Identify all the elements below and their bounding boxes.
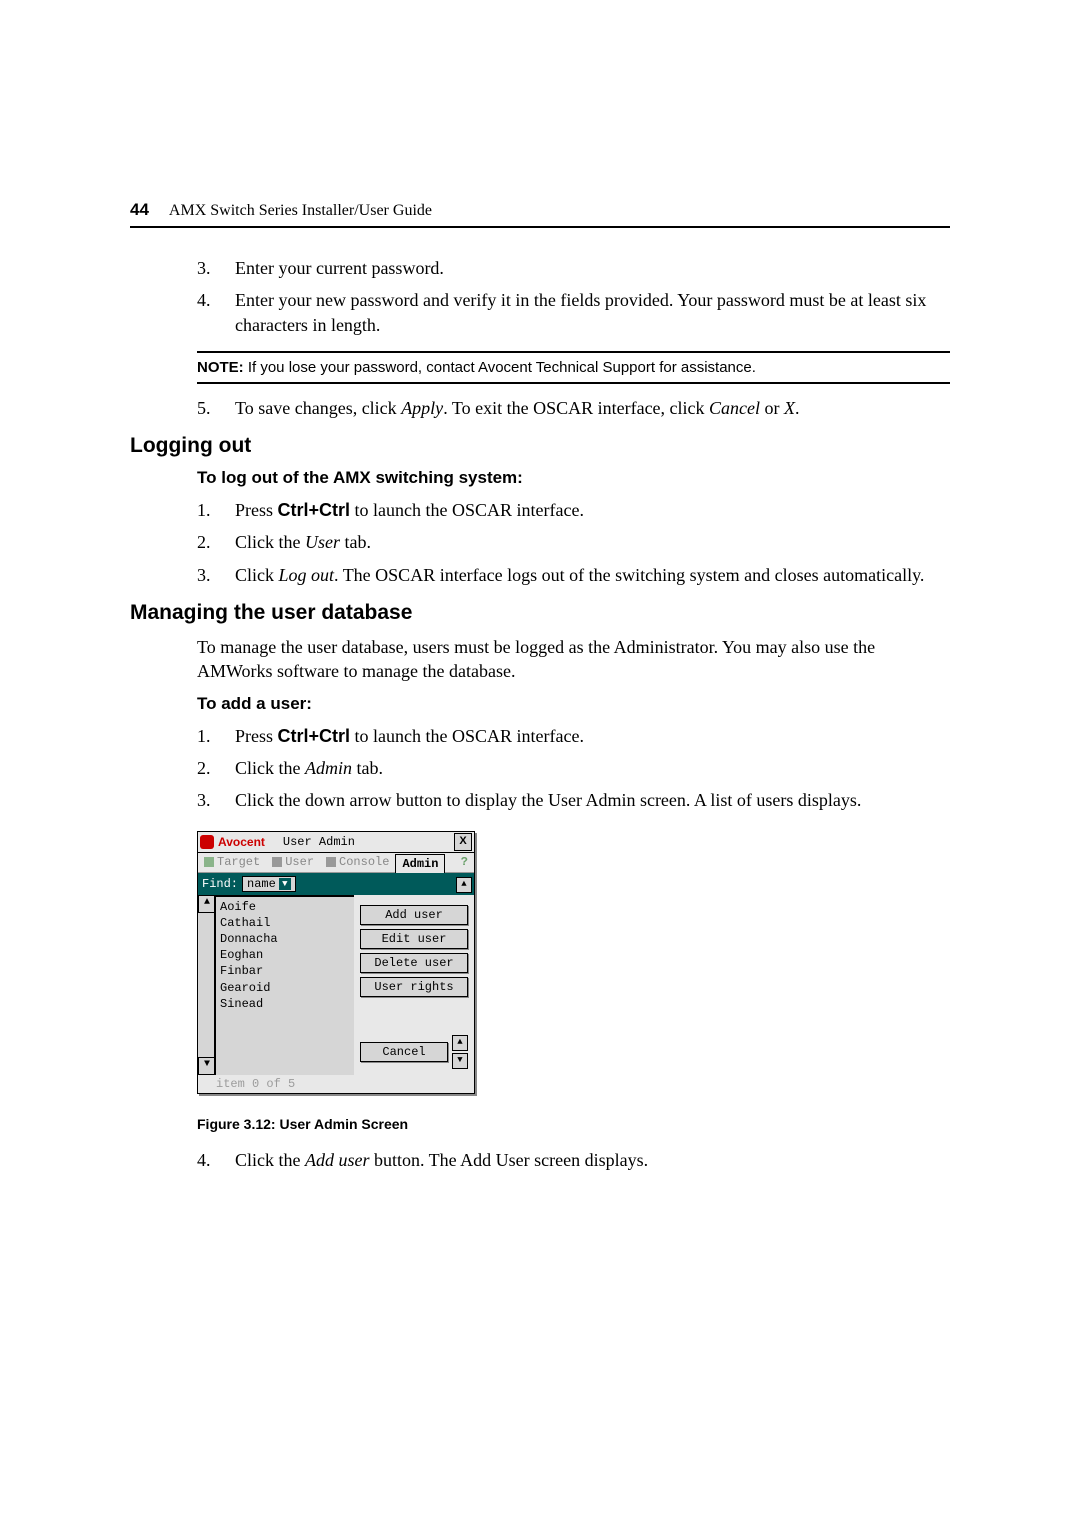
chevron-down-icon: ▼	[279, 878, 291, 890]
paragraph-managing: To manage the user database, users must …	[197, 635, 950, 684]
list-item[interactable]: Eoghan	[220, 947, 350, 963]
step-num: 5.	[197, 396, 235, 420]
step-text: Click the Add user button. The Add User …	[235, 1148, 950, 1172]
tab-console[interactable]: Console	[320, 853, 395, 872]
step-num: 3.	[197, 788, 235, 812]
list-item[interactable]: Cathail	[220, 915, 350, 931]
scroll-up-icon[interactable]: ▲	[456, 877, 472, 893]
step-text: Press Ctrl+Ctrl to launch the OSCAR inte…	[235, 498, 950, 522]
user-rights-button[interactable]: User rights	[360, 977, 468, 997]
heading-logging-out: Logging out	[130, 434, 950, 458]
note-label: NOTE:	[197, 359, 244, 376]
note-box: NOTE: If you lose your password, contact…	[197, 351, 950, 384]
step-num: 3.	[197, 563, 235, 587]
page-number: 44	[130, 200, 149, 220]
step-num: 3.	[197, 256, 235, 280]
heading-managing: Managing the user database	[130, 601, 950, 625]
help-icon[interactable]: ?	[455, 853, 474, 872]
list-item[interactable]: Finbar	[220, 963, 350, 979]
step-num: 1.	[197, 724, 235, 748]
tab-user[interactable]: User	[266, 853, 320, 872]
step-num: 4.	[197, 288, 235, 337]
step-num: 4.	[197, 1148, 235, 1172]
step-text: Enter your new password and verify it in…	[235, 288, 950, 337]
steps-save: 5. To save changes, click Apply. To exit…	[197, 396, 950, 420]
logo-icon	[200, 835, 214, 849]
steps-after-figure: 4. Click the Add user button. The Add Us…	[197, 1148, 950, 1172]
step-text: Click the Admin tab.	[235, 756, 950, 780]
steps-add-user: 1. Press Ctrl+Ctrl to launch the OSCAR i…	[197, 724, 950, 813]
step-text: Press Ctrl+Ctrl to launch the OSCAR inte…	[235, 724, 950, 748]
step-num: 2.	[197, 530, 235, 554]
list-item[interactable]: Gearoid	[220, 980, 350, 996]
user-list[interactable]: Aoife Cathail Donnacha Eoghan Finbar Gea…	[214, 895, 354, 1075]
find-row: Find: name ▼	[198, 873, 474, 895]
figure-caption: Figure 3.12: User Admin Screen	[197, 1116, 950, 1132]
target-icon	[204, 857, 214, 867]
list-item[interactable]: Aoife	[220, 899, 350, 915]
step-text: Click Log out. The OSCAR interface logs …	[235, 563, 950, 587]
step-num: 1.	[197, 498, 235, 522]
window-title: User Admin	[283, 835, 355, 849]
page-down-icon[interactable]: ▼	[452, 1053, 468, 1069]
tab-bar: Target User Console Admin ?	[198, 853, 474, 873]
user-icon	[272, 857, 282, 867]
step-text: To save changes, click Apply. To exit th…	[235, 396, 950, 420]
step-num: 2.	[197, 756, 235, 780]
note-text: If you lose your password, contact Avoce…	[244, 359, 756, 376]
edit-user-button[interactable]: Edit user	[360, 929, 468, 949]
page-header: 44 AMX Switch Series Installer/User Guid…	[130, 200, 950, 228]
tab-target[interactable]: Target	[198, 853, 266, 872]
steps-logout: 1. Press Ctrl+Ctrl to launch the OSCAR i…	[197, 498, 950, 587]
page-up-icon[interactable]: ▲	[452, 1035, 468, 1051]
logo-text: Avocent	[218, 835, 265, 849]
find-label: Find:	[202, 877, 238, 891]
find-select[interactable]: name ▼	[242, 876, 296, 892]
status-bar: item 0 of 5	[198, 1075, 474, 1093]
delete-user-button[interactable]: Delete user	[360, 953, 468, 973]
tab-admin[interactable]: Admin	[395, 854, 445, 873]
user-admin-dialog: Avocent User Admin X Target User Console…	[197, 831, 950, 1094]
subheading-add-user: To add a user:	[197, 694, 950, 714]
console-icon	[326, 857, 336, 867]
titlebar: Avocent User Admin X	[198, 832, 474, 853]
step-text: Enter your current password.	[235, 256, 950, 280]
steps-password: 3.Enter your current password. 4.Enter y…	[197, 256, 950, 337]
cancel-button[interactable]: Cancel	[360, 1042, 448, 1062]
close-icon[interactable]: X	[454, 833, 472, 851]
guide-title: AMX Switch Series Installer/User Guide	[169, 202, 432, 220]
step-text: Click the down arrow button to display t…	[235, 788, 950, 812]
step-text: Click the User tab.	[235, 530, 950, 554]
add-user-button[interactable]: Add user	[360, 905, 468, 925]
subheading-logout: To log out of the AMX switching system:	[197, 468, 950, 488]
find-value: name	[247, 877, 276, 891]
list-item[interactable]: Donnacha	[220, 931, 350, 947]
list-item[interactable]: Sinead	[220, 996, 350, 1012]
